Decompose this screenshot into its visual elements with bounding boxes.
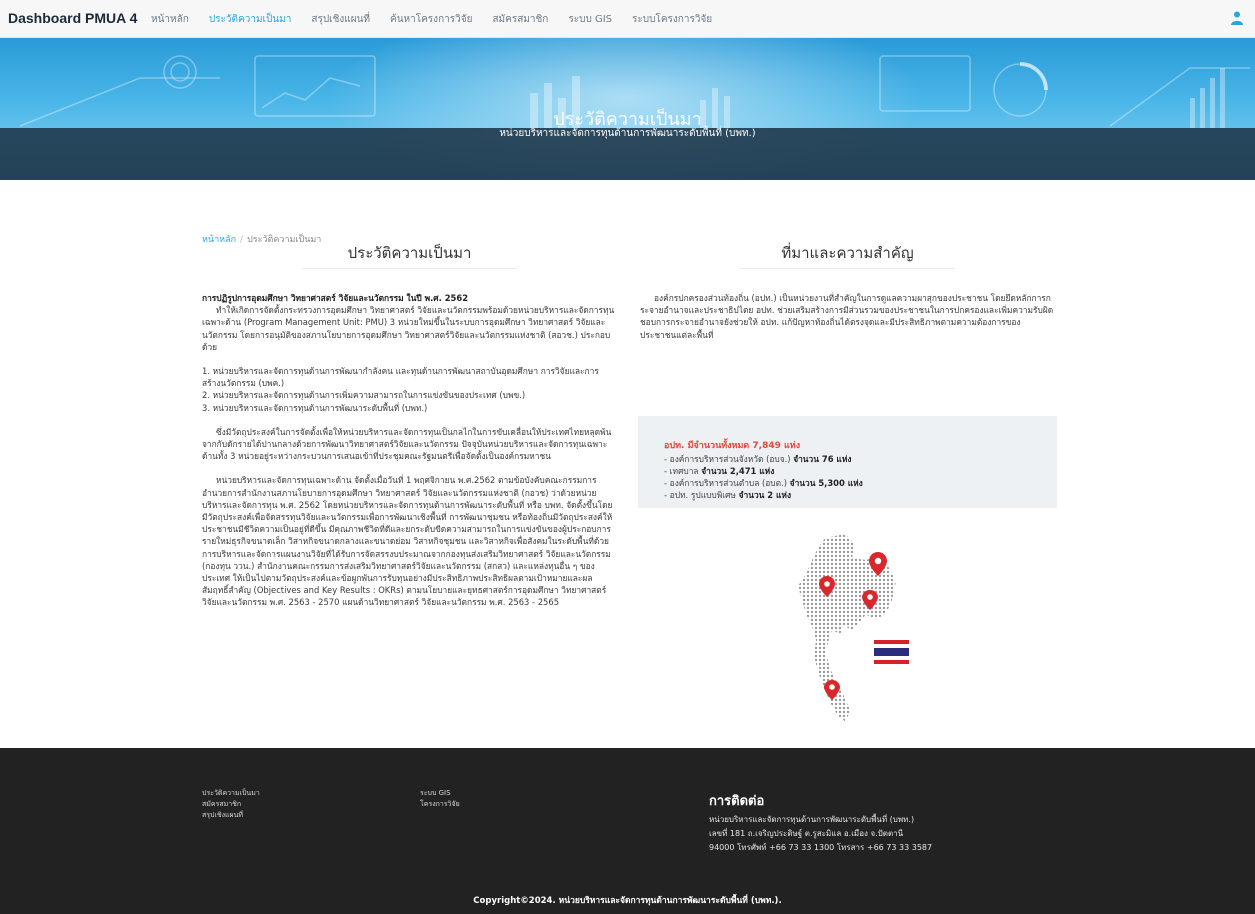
stats-item: - อปท. รูปแบบพิเศษ จำนวน 2 แห่ง [664, 490, 792, 500]
history-heading: ประวัติความเป็นมา [347, 244, 472, 262]
reform-body: ทำให้เกิดการจัดตั้งกระทรวงการอุดมศึกษา ว… [202, 305, 615, 352]
nav-register[interactable]: สมัครสมาชิก [492, 12, 548, 27]
copyright: Copyright©2024. หน่วยบริหารและจัดการทุนด… [473, 896, 782, 906]
top-navbar: Dashboard PMUA 4 หน้าหลัก ประวัติความเป็… [0, 0, 1255, 38]
background-heading: ที่มาและความสำคัญ [781, 244, 914, 262]
reform-title: การปฏิรูปการอุดมศึกษา วิทยาศาสตร์ วิจัยแ… [202, 293, 469, 303]
contact-line: หน่วยบริหารและจัดการทุนด้านการพัฒนาระดับ… [709, 815, 915, 824]
nav-map-summary[interactable]: สรุปเชิงแผนที่ [311, 12, 370, 27]
nav-history[interactable]: ประวัติความเป็นมา [209, 12, 292, 27]
nav-search-projects[interactable]: ค้นหาโครงการวิจัย [390, 12, 472, 27]
contact-line: 94000 โทรศัพท์ +66 73 33 1300 โทรสาร +66… [709, 843, 933, 852]
thailand-map-icon [798, 534, 909, 722]
history-divider [302, 268, 517, 269]
pmu-list-item: 1. หน่วยบริหารและจัดการทุนด้านการพัฒนากำ… [202, 366, 599, 389]
footer-link-register[interactable]: สมัครสมาชิก [202, 799, 241, 810]
pmu-list: 1. หน่วยบริหารและจัดการทุนด้านการพัฒนากำ… [202, 365, 617, 414]
footer-link-research[interactable]: โครงการวิจัย [420, 799, 460, 810]
main-nav: หน้าหลัก ประวัติความเป็นมา สรุปเชิงแผนที… [151, 12, 732, 27]
lao-stats-box: อปท. มีจำนวนทั้งหมด 7,849 แห่ง - องค์การ… [638, 416, 1057, 508]
page-subtitle: หน่วยบริหารและจัดการทุนด้านการพัฒนาระดับ… [499, 128, 756, 139]
pmu-list-item: 2. หน่วยบริหารและจัดการทุนด้านการเพิ่มคว… [202, 390, 526, 401]
background-divider [740, 268, 955, 269]
footer-link-map-summary[interactable]: สรุปเชิงแผนที่ [202, 810, 243, 821]
purpose-paragraph: ซึ่งมีวัตถุประสงค์ในการจัดตั้งเพื่อให้หน… [202, 426, 612, 462]
footer-link-history[interactable]: ประวัติความเป็นมา [202, 788, 260, 799]
nav-research-system[interactable]: ระบบโครงการวิจัย [632, 12, 712, 27]
user-icon[interactable] [1231, 11, 1243, 25]
brand-logo[interactable]: Dashboard PMUA 4 [8, 10, 137, 26]
contact-title: การติดต่อ [709, 794, 765, 809]
footer [0, 748, 1255, 914]
footer-link-gis[interactable]: ระบบ GIS [420, 788, 451, 799]
nav-gis[interactable]: ระบบ GIS [568, 12, 612, 27]
pmu-list-item: 3. หน่วยบริหารและจัดการทุนด้านการพัฒนาระ… [202, 402, 428, 413]
thai-flag-icon [874, 640, 909, 664]
nav-home[interactable]: หน้าหลัก [151, 12, 189, 27]
contact-line: เลขที่ 181 ถ.เจริญประดิษฐ์ ต.รูสะมิแล อ.… [709, 829, 904, 838]
history-content: การปฏิรูปการอุดมศึกษา วิทยาศาสตร์ วิจัยแ… [202, 292, 617, 621]
stats-title: อปท. มีจำนวนทั้งหมด 7,849 แห่ง [664, 441, 801, 451]
background-body: องค์กรปกครองส่วนท้องถิ่น (อปท.) เป็นหน่ว… [640, 293, 1054, 340]
establishment-paragraph: หน่วยบริหารและจัดการทุนเฉพาะด้าน จัดตั้ง… [202, 475, 613, 608]
